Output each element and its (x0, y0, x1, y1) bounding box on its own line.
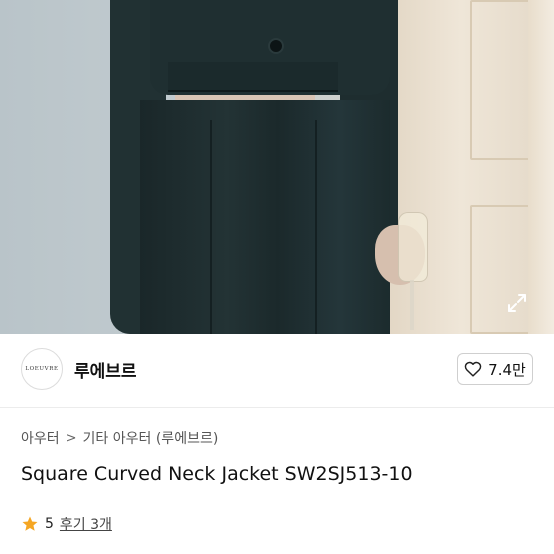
trouser-crease (210, 120, 212, 334)
jacket-button (268, 38, 284, 54)
chevron-right-icon: > (65, 430, 77, 446)
expand-image-button[interactable] (502, 288, 532, 318)
heart-outline-icon (464, 361, 482, 377)
rating-score: 5 (45, 516, 54, 532)
like-count: 7.4만 (488, 360, 526, 379)
seller-logo-text: LOEUVRE (25, 366, 59, 372)
like-button[interactable]: 7.4만 (457, 353, 533, 385)
expand-icon (508, 294, 526, 312)
trousers (140, 100, 390, 334)
trouser-crease (315, 120, 317, 334)
wine-glass-stem (410, 280, 414, 330)
breadcrumb-item-outer[interactable]: 아우터 (21, 428, 60, 448)
rating-row: 5 후기 3개 (21, 514, 112, 534)
seller-name[interactable]: 루에브르 (74, 357, 137, 382)
door-edge (528, 0, 554, 334)
wine-glass (398, 212, 428, 282)
seller-avatar[interactable]: LOEUVRE (21, 348, 63, 390)
door-panel (470, 0, 530, 160)
seller-row: LOEUVRE 루에브르 7.4만 (0, 334, 554, 408)
reviews-link[interactable]: 후기 3개 (60, 514, 112, 534)
category-breadcrumb: 아우터 > 기타 아우터 (루에브르) (21, 428, 218, 448)
breadcrumb-item-other-outer[interactable]: 기타 아우터 (루에브르) (83, 428, 219, 448)
product-image[interactable] (0, 0, 554, 334)
product-title: Square Curved Neck Jacket SW2SJ513-10 (21, 463, 413, 485)
star-icon (22, 516, 38, 531)
jacket-hem (168, 62, 338, 92)
